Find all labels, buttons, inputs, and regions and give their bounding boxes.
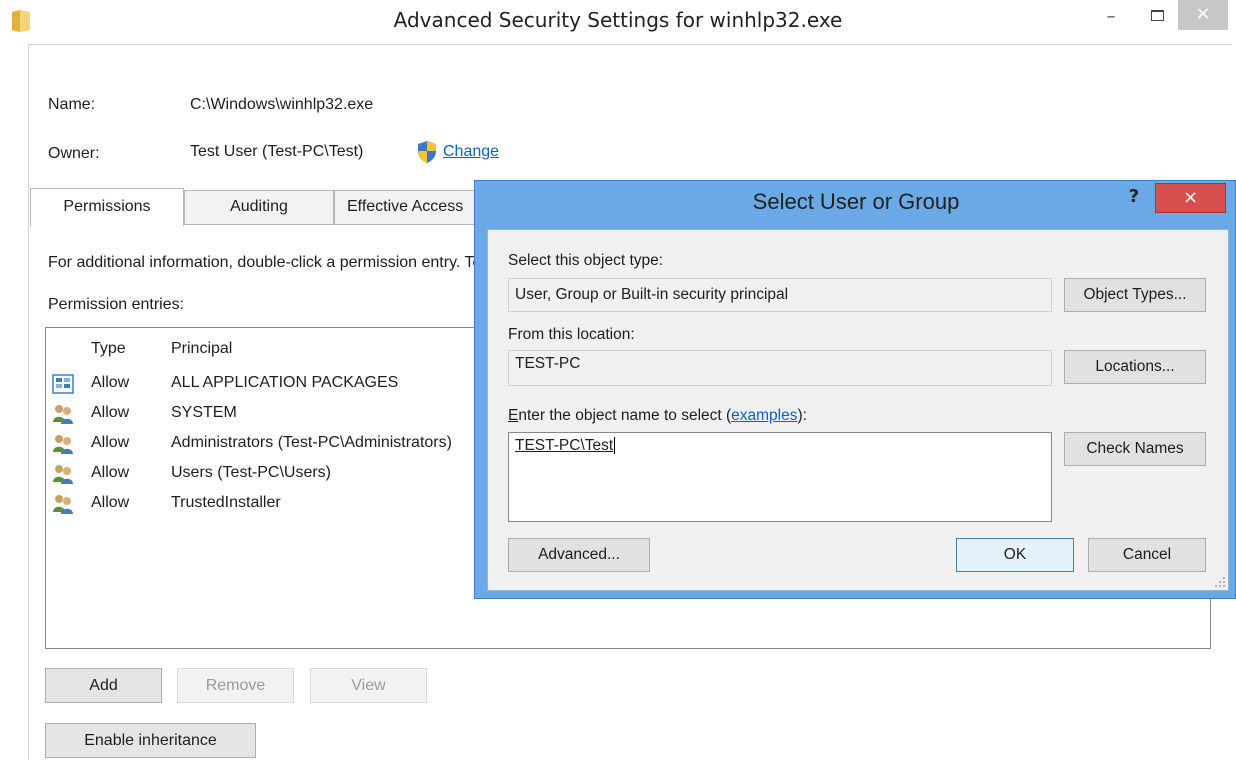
minimize-button[interactable]: –: [1096, 4, 1126, 30]
owner-value: Test User (Test-PC\Test): [190, 143, 364, 160]
accelerator-key: E: [508, 407, 519, 424]
advanced-button[interactable]: Advanced...: [508, 538, 650, 572]
column-header-principal[interactable]: Principal: [171, 340, 232, 358]
maximize-button[interactable]: [1140, 4, 1172, 30]
window-title: Advanced Security Settings for winhlp32.…: [393, 8, 843, 32]
user-group-icon: [53, 495, 73, 514]
close-button[interactable]: ×: [1178, 0, 1228, 30]
object-type-field: User, Group or Built-in security princip…: [508, 278, 1052, 312]
user-group-icon: [53, 465, 73, 484]
object-type-label: Select this object type:: [508, 252, 664, 269]
object-name-label: Enter the object name to select (example…: [508, 407, 807, 425]
dialog-title: Select User or Group: [752, 189, 960, 214]
resize-grip-icon[interactable]: [1214, 576, 1226, 588]
app-packages-icon: [52, 374, 74, 394]
name-label: Name:: [48, 96, 96, 113]
cancel-button[interactable]: Cancel: [1088, 538, 1206, 572]
view-button[interactable]: View: [310, 668, 427, 703]
check-names-button[interactable]: Check Names: [1064, 432, 1206, 466]
name-value: C:\Windows\winhlp32.exe: [190, 96, 374, 113]
user-group-icon: [53, 405, 73, 424]
tab-permissions[interactable]: Permissions: [30, 188, 184, 226]
dialog-close-button[interactable]: ×: [1155, 183, 1226, 213]
enable-inheritance-button[interactable]: Enable inheritance: [45, 723, 256, 758]
dialog-body: Select this object type: User, Group or …: [487, 229, 1229, 591]
uac-shield-icon: [418, 141, 436, 163]
row-principal: SYSTEM: [171, 404, 237, 421]
row-type: Allow: [91, 374, 130, 391]
title-bar[interactable]: Advanced Security Settings for winhlp32.…: [0, 0, 1236, 44]
location-field: TEST-PC: [508, 350, 1052, 386]
tab-effective-access[interactable]: Effective Access: [334, 190, 484, 224]
row-principal: Users (Test-PC\Users): [171, 464, 332, 481]
help-button[interactable]: ?: [1123, 183, 1145, 211]
add-button[interactable]: Add: [45, 668, 162, 703]
object-name-value: TEST-PC\Test: [515, 437, 616, 454]
row-principal: Administrators (Test-PC\Administrators): [171, 434, 452, 451]
row-type: Allow: [91, 404, 130, 421]
row-principal: ALL APPLICATION PACKAGES: [171, 374, 399, 391]
permission-entries-label: Permission entries:: [48, 296, 185, 313]
object-name-label-text: nter the object name to select (: [518, 407, 732, 424]
column-header-type[interactable]: Type: [91, 340, 126, 358]
object-types-button[interactable]: Object Types...: [1064, 278, 1206, 312]
row-type: Allow: [91, 434, 130, 451]
owner-label: Owner:: [48, 145, 100, 162]
locations-button[interactable]: Locations...: [1064, 350, 1206, 384]
select-user-or-group-dialog: Select User or Group ? × Select this obj…: [474, 180, 1236, 599]
object-name-label-end: ):: [797, 407, 807, 424]
row-principal: TrustedInstaller: [171, 494, 281, 511]
object-name-input[interactable]: TEST-PC\Test: [508, 432, 1052, 522]
tab-auditing[interactable]: Auditing: [184, 190, 334, 224]
examples-link[interactable]: examples: [731, 407, 797, 424]
row-type: Allow: [91, 464, 130, 481]
ok-button[interactable]: OK: [956, 538, 1074, 572]
remove-button[interactable]: Remove: [177, 668, 294, 703]
row-type: Allow: [91, 494, 130, 511]
change-owner-link[interactable]: Change: [443, 143, 499, 161]
user-group-icon: [53, 435, 73, 454]
location-label: From this location:: [508, 326, 635, 343]
maximize-icon: [1151, 10, 1164, 21]
tab-divider: [184, 224, 484, 225]
